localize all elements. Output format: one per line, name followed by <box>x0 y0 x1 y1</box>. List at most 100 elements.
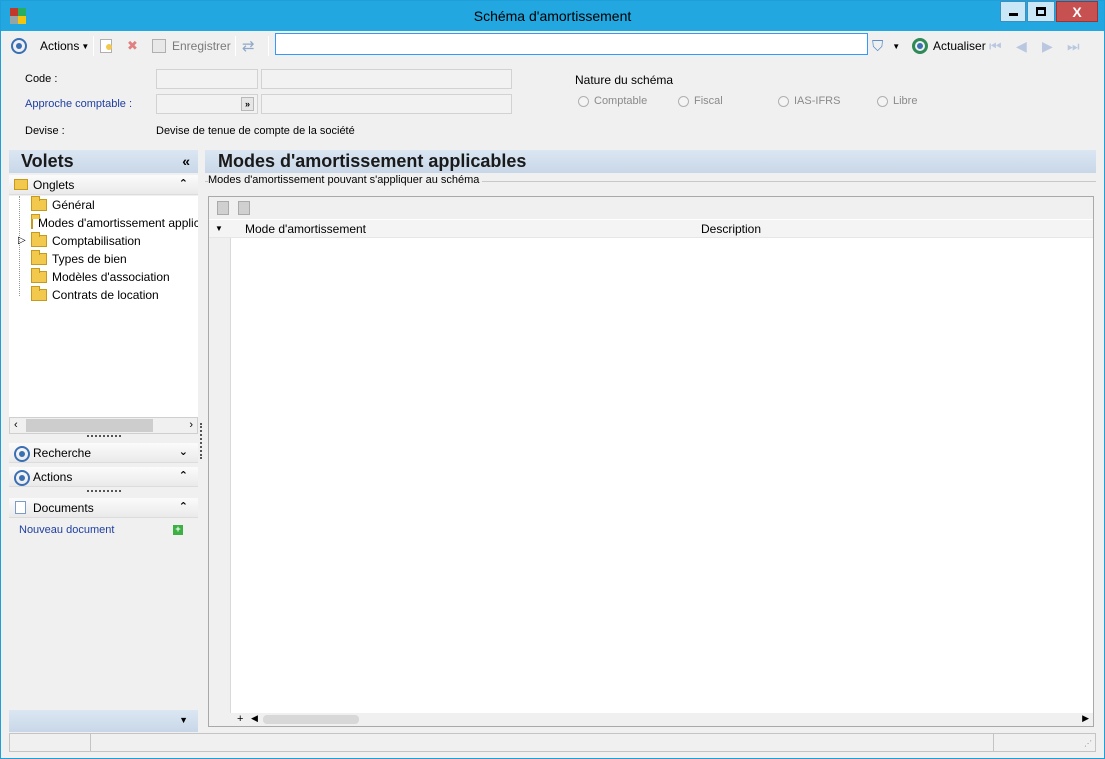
splitter-grip[interactable] <box>87 490 121 492</box>
folder-icon <box>31 286 47 301</box>
devise-label: Devise : <box>25 125 65 137</box>
volets-header: Volets « <box>9 150 198 173</box>
actions-section-header[interactable]: Actions ⌃ <box>9 467 198 487</box>
actions-label: Actions <box>33 470 73 484</box>
approche-comptable-select[interactable]: » <box>156 94 258 114</box>
tree-item-comptabilisation[interactable]: Comptabilisation <box>31 232 141 250</box>
folder-icon <box>14 179 28 190</box>
maximize-button[interactable] <box>1027 1 1055 22</box>
column-header-mode[interactable]: Mode d'amortissement <box>245 222 366 236</box>
radio-icon <box>877 95 888 107</box>
scroll-thumb[interactable] <box>263 715 359 724</box>
radio-comptable[interactable]: Comptable <box>578 95 647 107</box>
title-bar[interactable]: Schéma d'amortissement X <box>1 1 1104 31</box>
refresh-button[interactable]: Actualiser <box>912 36 986 56</box>
add-row-icon[interactable] <box>217 201 229 215</box>
save-icon <box>152 39 166 53</box>
scroll-thumb[interactable] <box>26 419 153 432</box>
nouveau-document-link[interactable]: Nouveau document <box>19 524 114 536</box>
next-icon: ▶ <box>1042 37 1053 54</box>
grid-header: ▼ Mode d'amortissement Description <box>209 220 1093 238</box>
target-icon <box>14 470 30 486</box>
radio-label: IAS-IFRS <box>794 95 841 107</box>
resize-grip-icon[interactable]: ⋰ <box>1084 739 1092 748</box>
folder-icon <box>31 232 47 247</box>
vertical-splitter[interactable] <box>200 423 202 459</box>
code-description-field[interactable] <box>261 69 512 89</box>
edit-row-icon[interactable] <box>238 201 250 215</box>
main-header: Modes d'amortissement applicables <box>205 150 1096 173</box>
tree-item-modes-amortissement[interactable]: Modes d'amortissement applicables <box>31 214 198 232</box>
folder-icon <box>31 268 47 283</box>
add-icon[interactable]: + <box>237 713 243 725</box>
maximize-icon <box>1036 7 1046 16</box>
radio-label: Comptable <box>594 95 648 107</box>
status-bar: ⋰ <box>9 733 1096 752</box>
splitter-grip[interactable] <box>87 435 121 437</box>
chevron-up-icon: ⌃ <box>178 470 188 482</box>
save-button[interactable]: Enregistrer <box>152 36 231 56</box>
add-document-icon[interactable]: + <box>173 525 183 535</box>
onglets-tree: Général Modes d'amortissement applicable… <box>9 196 198 417</box>
folder-icon <box>31 250 47 265</box>
volets-title: Volets <box>21 151 74 171</box>
chevron-down-icon[interactable]: ▼ <box>179 715 188 725</box>
radio-ias-ifrs[interactable]: IAS-IFRS <box>778 95 840 107</box>
document-icon <box>15 501 26 514</box>
approche-comptable-link[interactable]: Approche comptable : <box>25 98 132 110</box>
tree-item-contrats-location[interactable]: Contrats de location <box>31 286 159 304</box>
code-field[interactable] <box>156 69 258 89</box>
folder-icon <box>31 196 47 211</box>
new-document-icon <box>100 39 112 53</box>
filter-button[interactable]: ⛉ ▼ <box>872 36 900 56</box>
grid-menu-icon[interactable]: ▼ <box>215 224 223 233</box>
filter-icon: ⛉ <box>872 37 884 55</box>
close-button[interactable]: X <box>1056 1 1098 22</box>
minimize-button[interactable] <box>1000 1 1026 22</box>
delete-button[interactable]: ✖ <box>127 36 138 56</box>
chevron-up-icon: ⌃ <box>178 501 188 513</box>
status-cell <box>91 734 994 751</box>
grid-horizontal-scrollbar[interactable]: + ◀ ▶ <box>209 713 1093 726</box>
first-icon: ⏮ <box>989 37 1002 54</box>
folder-open-icon <box>31 214 40 229</box>
sidebar-footer[interactable]: ▼ <box>9 710 198 732</box>
target-icon <box>14 446 30 462</box>
column-header-description[interactable]: Description <box>701 222 761 236</box>
collapse-panel-icon[interactable]: « <box>182 153 190 169</box>
scroll-right-icon[interactable]: › <box>189 419 193 431</box>
previous-icon: ◀ <box>1016 37 1027 54</box>
sync-button[interactable]: ⇄ <box>242 36 255 56</box>
first-record-button[interactable]: ⏮ <box>989 36 1002 56</box>
tree-horizontal-scrollbar[interactable]: ‹ › <box>9 417 198 434</box>
radio-icon <box>678 95 689 107</box>
search-input[interactable] <box>275 33 868 55</box>
minimize-icon <box>1008 12 1018 16</box>
recherche-section-header[interactable]: Recherche ⌄ <box>9 443 198 463</box>
refresh-label: Actualiser <box>933 39 986 53</box>
code-label: Code : <box>25 73 58 85</box>
save-label: Enregistrer <box>172 39 231 53</box>
tree-item-general[interactable]: Général <box>31 196 95 214</box>
onglets-section-header[interactable]: Onglets ⌃ <box>9 175 198 195</box>
tree-item-label: Modes d'amortissement applicables <box>38 216 198 230</box>
scroll-left-icon[interactable]: ‹ <box>14 419 18 431</box>
radio-fiscal[interactable]: Fiscal <box>678 95 723 107</box>
actions-menu-button[interactable]: Actions ▼ <box>11 36 89 56</box>
tree-item-modeles-association[interactable]: Modèles d'association <box>31 268 170 286</box>
tree-item-types-de-bien[interactable]: Types de bien <box>31 250 127 268</box>
approche-description-field[interactable] <box>261 94 512 114</box>
toolbar-separator <box>93 36 94 56</box>
new-button[interactable] <box>100 36 112 56</box>
scroll-right-icon[interactable]: ▶ <box>1082 713 1089 724</box>
double-chevron-down-icon: » <box>241 97 254 111</box>
expand-icon[interactable]: ▷ <box>18 235 26 246</box>
previous-record-button[interactable]: ◀ <box>1016 36 1027 56</box>
scroll-left-icon[interactable]: ◀ <box>251 713 258 724</box>
documents-section-header[interactable]: Documents ⌃ <box>9 498 198 518</box>
radio-libre[interactable]: Libre <box>877 95 917 107</box>
next-record-button[interactable]: ▶ <box>1042 36 1053 56</box>
last-record-button[interactable]: ⏭ <box>1067 36 1080 56</box>
status-cell <box>10 734 91 751</box>
toolbar-separator <box>235 36 236 56</box>
